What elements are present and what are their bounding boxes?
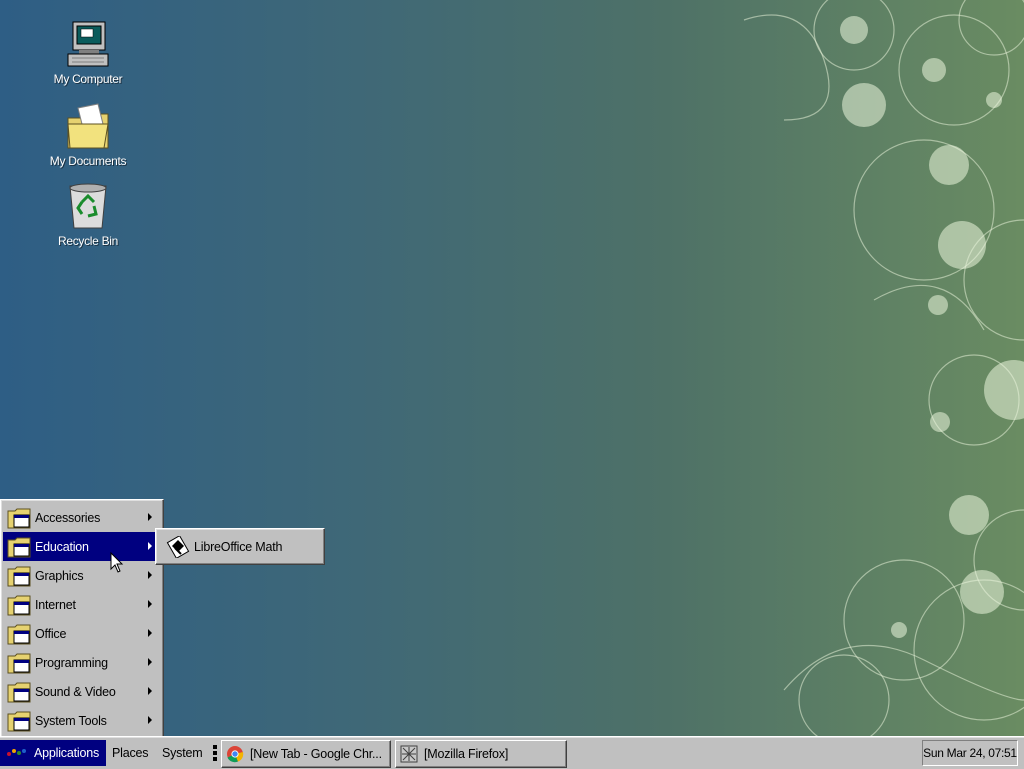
recycle-bin-icon bbox=[69, 183, 107, 229]
computer-icon bbox=[67, 21, 109, 67]
desktop-icon-my-computer[interactable]: My Computer bbox=[40, 20, 136, 86]
desktop-icon-label: Recycle Bin bbox=[57, 234, 119, 248]
menu-item-label: System Tools bbox=[35, 713, 107, 728]
applications-label: Applications bbox=[34, 746, 100, 760]
folder-apps-icon bbox=[7, 624, 31, 644]
desktop-icon-label: My Documents bbox=[49, 154, 127, 168]
desktop-icon-my-documents[interactable]: My Documents bbox=[40, 102, 136, 168]
chevron-right-icon bbox=[148, 542, 152, 550]
folder-apps-icon bbox=[7, 595, 31, 615]
panel-grip-handle[interactable] bbox=[213, 745, 217, 763]
desktop-icon-recycle-bin[interactable]: Recycle Bin bbox=[40, 182, 136, 248]
menu-item-label: Graphics bbox=[35, 568, 84, 583]
menu-item-label: Internet bbox=[35, 597, 76, 612]
chevron-right-icon bbox=[148, 629, 152, 637]
folder-apps-icon bbox=[7, 508, 31, 528]
menu-item-label: Programming bbox=[35, 655, 108, 670]
menu-item-graphics[interactable]: Graphics bbox=[3, 561, 161, 590]
folder-apps-icon bbox=[7, 653, 31, 673]
desktop-icon-label: My Computer bbox=[53, 72, 123, 86]
clock[interactable]: Sun Mar 24, 07:51 bbox=[922, 740, 1018, 766]
task-button-chrome[interactable]: [New Tab - Google Chr... bbox=[221, 740, 391, 768]
menu-item-sound-video[interactable]: Sound & Video bbox=[3, 677, 161, 706]
system-menu-button[interactable]: System bbox=[162, 740, 203, 766]
menu-item-office[interactable]: Office bbox=[3, 619, 161, 648]
folder-apps-icon bbox=[7, 537, 31, 557]
folder-icon bbox=[67, 103, 109, 149]
system-label: System bbox=[162, 746, 203, 760]
menu-item-label: Education bbox=[35, 539, 89, 554]
places-label: Places bbox=[112, 746, 149, 760]
menu-item-internet[interactable]: Internet bbox=[3, 590, 161, 619]
chrome-icon bbox=[227, 746, 244, 763]
task-label: [Mozilla Firefox] bbox=[424, 747, 509, 761]
taskbar: Applications Places System [New Tab - Go… bbox=[0, 736, 1024, 769]
task-button-firefox[interactable]: [Mozilla Firefox] bbox=[395, 740, 567, 768]
folder-apps-icon bbox=[7, 711, 31, 731]
menu-item-education[interactable]: Education bbox=[3, 532, 161, 561]
chevron-right-icon bbox=[148, 658, 152, 666]
folder-apps-icon bbox=[7, 682, 31, 702]
menu-item-label: Sound & Video bbox=[35, 684, 116, 699]
chevron-right-icon bbox=[148, 513, 152, 521]
menu-item-libreoffice-math[interactable]: LibreOffice Math bbox=[158, 531, 322, 562]
menu-item-label: LibreOffice Math bbox=[194, 539, 283, 554]
firefox-icon bbox=[400, 745, 418, 763]
menu-item-programming[interactable]: Programming bbox=[3, 648, 161, 677]
chevron-right-icon bbox=[148, 687, 152, 695]
desktop: My Computer My Documents Recycle Bin Acc… bbox=[0, 0, 1024, 736]
menu-item-label: Office bbox=[35, 626, 67, 641]
applications-menu-button[interactable]: Applications bbox=[0, 740, 106, 766]
folder-apps-icon bbox=[7, 566, 31, 586]
applications-menu: Accessories Education Graphics Internet … bbox=[0, 499, 164, 736]
chevron-right-icon bbox=[148, 571, 152, 579]
education-submenu: LibreOffice Math bbox=[155, 528, 325, 565]
task-label: [New Tab - Google Chr... bbox=[250, 747, 382, 761]
menu-item-system-tools[interactable]: System Tools bbox=[3, 706, 161, 735]
gnome-foot-icon bbox=[7, 749, 26, 756]
chevron-right-icon bbox=[148, 600, 152, 608]
places-menu-button[interactable]: Places bbox=[112, 740, 149, 766]
mouse-pointer-icon bbox=[110, 552, 124, 573]
menu-item-label: Accessories bbox=[35, 510, 101, 525]
wallpaper-swirls bbox=[743, 0, 1024, 736]
clock-label: Sun Mar 24, 07:51 bbox=[923, 746, 1017, 760]
chevron-right-icon bbox=[148, 716, 152, 724]
menu-item-accessories[interactable]: Accessories bbox=[3, 503, 161, 532]
libreoffice-math-icon bbox=[166, 535, 190, 558]
